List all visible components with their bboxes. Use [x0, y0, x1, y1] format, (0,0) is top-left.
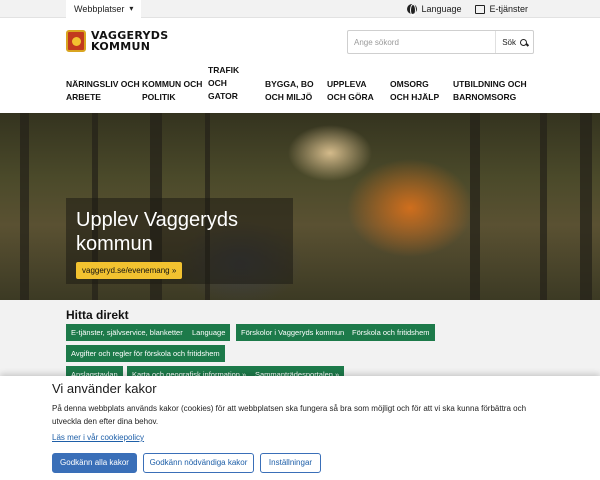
quick-link[interactable]: Förskola och fritidshem: [347, 324, 435, 341]
cookie-title: Vi använder kakor: [52, 381, 157, 396]
coat-of-arms-icon: [66, 30, 86, 52]
logo-line-2: KOMMUN: [91, 40, 151, 53]
eservices-link[interactable]: E-tjänster: [475, 4, 528, 14]
accept-all-cookies-button[interactable]: Godkänn alla kakor: [52, 453, 137, 473]
nav-item-uppleva[interactable]: Uppleva och göra: [327, 78, 374, 104]
top-bar: Webbplatser ▾ Language E-tjänster: [0, 0, 600, 18]
quick-links-heading: Hitta direkt: [66, 308, 129, 322]
search-button[interactable]: Sök: [495, 31, 533, 53]
nav-item-kommun[interactable]: Kommun och politik: [142, 78, 202, 104]
language-link[interactable]: Language: [407, 4, 462, 16]
cookie-text: På denna webbplats används kakor (cookie…: [52, 404, 527, 426]
hero-cta-link[interactable]: vaggeryd.se/evenemang »: [76, 262, 183, 279]
search-icon: [520, 38, 527, 46]
eservice-icon: [475, 4, 486, 14]
quick-link[interactable]: Avgifter och regler för förskola och fri…: [66, 345, 225, 362]
cookie-banner: Vi använder kakor På denna webbplats anv…: [0, 376, 600, 480]
search-button-label: Sök: [502, 37, 516, 47]
logo-text: VAGGERYDS KOMMUN: [91, 30, 168, 52]
eservices-label: E-tjänster: [489, 4, 528, 14]
globe-icon: [407, 4, 418, 16]
search-input[interactable]: [348, 31, 496, 53]
quick-link[interactable]: Förskolor i Vaggeryds kommun: [236, 324, 350, 341]
hero-photo-tree: [540, 113, 547, 300]
hero-card: Upplev Vaggeryds kommun vaggeryd.se/even…: [66, 198, 293, 284]
cookie-settings-button[interactable]: Inställningar: [260, 453, 321, 473]
quick-link[interactable]: E-tjänster, självservice, blanketter: [66, 324, 188, 341]
language-label: Language: [421, 4, 462, 14]
cookie-policy-link[interactable]: Läs mer i vår cookiepolicy: [52, 433, 144, 442]
hero-title: Upplev Vaggeryds kommun: [76, 209, 238, 255]
chevron-down-icon: ▾: [129, 4, 134, 13]
site-logo[interactable]: VAGGERYDS KOMMUN: [66, 30, 168, 52]
hero-photo-tree: [470, 113, 480, 300]
nav-item-bygga[interactable]: Bygga, bo och miljö: [265, 78, 314, 104]
search-box: Sök: [347, 30, 534, 54]
site-selector[interactable]: Webbplatser ▾: [66, 0, 142, 18]
hero-photo-tree: [580, 113, 592, 300]
quick-link[interactable]: Language: [187, 324, 231, 341]
nav-item-omsorg[interactable]: Omsorg och hjälp: [390, 78, 439, 104]
hero-banner: Upplev Vaggeryds kommun vaggeryd.se/even…: [0, 113, 600, 300]
main-nav: Näringsliv och arbete Kommun och politik…: [66, 64, 536, 110]
nav-item-naringsliv[interactable]: Näringsliv och arbete: [66, 78, 140, 104]
nav-item-trafik[interactable]: Trafik och gator: [208, 64, 239, 103]
quick-links-section: Hitta direkt E-tjänster, självservice, b…: [0, 300, 600, 383]
nav-item-utbildning[interactable]: Utbildning och barnomsorg: [453, 78, 527, 104]
site-selector-label: Webbplatser: [74, 4, 125, 14]
accept-necessary-cookies-button[interactable]: Godkänn nödvändiga kakor: [143, 453, 254, 473]
top-links: Language E-tjänster: [407, 0, 528, 18]
hero-photo-tree: [20, 113, 29, 300]
